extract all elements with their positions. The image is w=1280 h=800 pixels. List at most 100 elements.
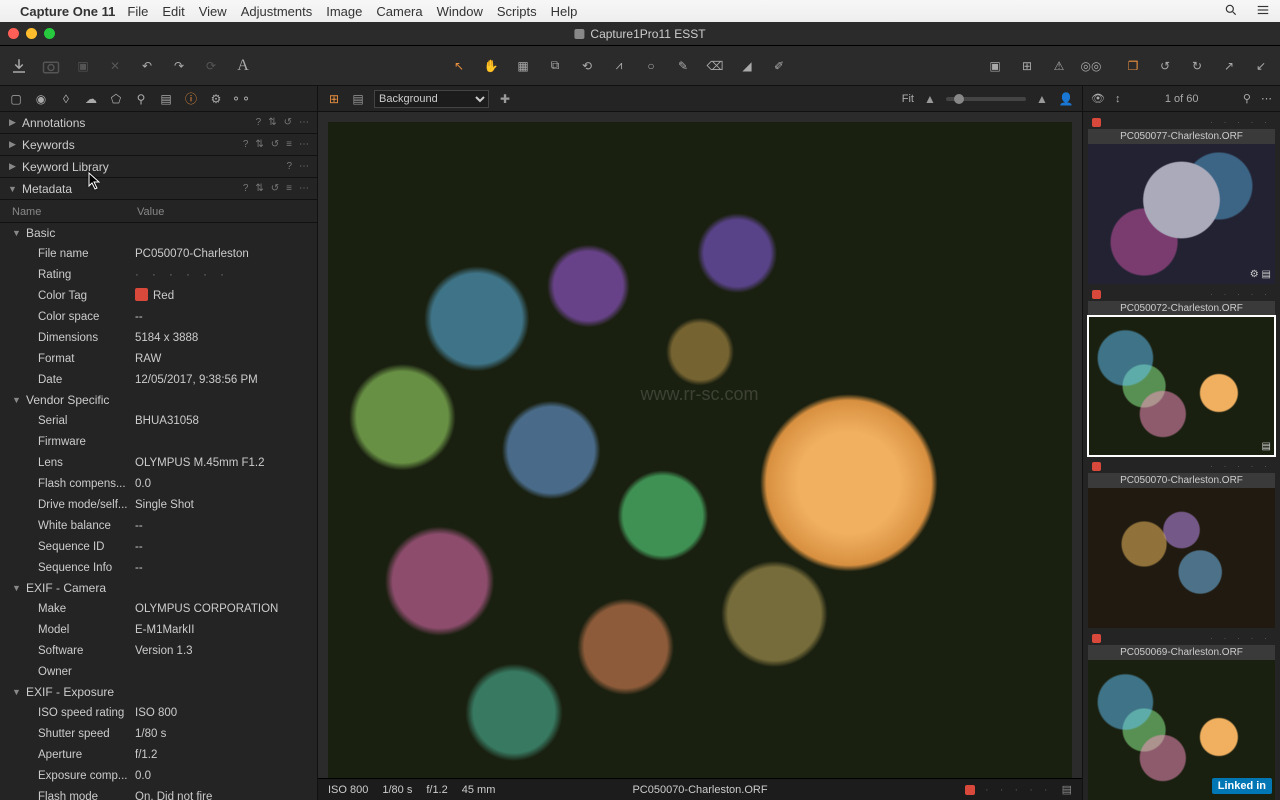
spot-tool-icon[interactable]: ○ [642, 57, 660, 75]
panel-action[interactable]: ⋯ [299, 183, 309, 194]
thumb-image[interactable] [1088, 488, 1275, 628]
user-icon[interactable]: 👤 [1058, 92, 1074, 106]
panel-action[interactable]: ⋯ [299, 139, 309, 150]
panel-action[interactable]: ? [243, 139, 249, 150]
zoom-out-icon[interactable]: ▲ [922, 92, 938, 106]
capture-tab-icon[interactable]: ◉ [33, 91, 49, 107]
expand-icon[interactable]: ↗ [1220, 57, 1238, 75]
gradient-tool-icon[interactable]: ◢ [738, 57, 756, 75]
metadata-row[interactable]: Sequence Info-- [0, 557, 317, 578]
metadata-row[interactable]: Color space-- [0, 306, 317, 327]
thumbnail-item[interactable]: · · · · ·PC050077-Charleston.ORF⚙ ▤ [1083, 112, 1280, 284]
sort-icon[interactable]: ↕ [1115, 93, 1121, 105]
batch-tab-icon[interactable]: ⚬⚬ [233, 91, 249, 107]
thumb-color-tag[interactable] [1092, 118, 1101, 127]
panel-header-metadata[interactable]: ▼Metadata?⇅↺≡⋯ [0, 178, 317, 200]
metadata-row[interactable]: FormatRAW [0, 348, 317, 369]
metadata-section[interactable]: ▼EXIF - Exposure [0, 682, 317, 702]
footer-info-icon[interactable]: ▤ [1062, 783, 1072, 796]
menu-window[interactable]: Window [437, 4, 483, 19]
metadata-row[interactable]: ModelE-M1MarkII [0, 619, 317, 640]
adjustments-tab-icon[interactable]: ▤ [158, 91, 174, 107]
thumb-image[interactable]: ▤ [1088, 316, 1275, 456]
annotation-tool-icon[interactable]: ✐ [770, 57, 788, 75]
thumbnail-item[interactable]: · · · · ·PC050072-Charleston.ORF▤ [1083, 284, 1280, 456]
menu-adjustments[interactable]: Adjustments [241, 4, 313, 19]
pointer-tool-icon[interactable]: ↖ [450, 57, 468, 75]
collapse-icon[interactable]: ↙ [1252, 57, 1270, 75]
metadata-row[interactable]: SerialBHUA31058 [0, 410, 317, 431]
panel-action[interactable]: ≡ [286, 139, 292, 150]
metadata-row[interactable]: Firmware [0, 431, 317, 452]
metadata-row[interactable]: Sequence ID-- [0, 536, 317, 557]
metadata-row[interactable]: Date12/05/2017, 9:38:56 PM [0, 369, 317, 390]
metadata-row[interactable]: White balance-- [0, 515, 317, 536]
menu-help[interactable]: Help [551, 4, 578, 19]
metadata-list[interactable]: ▼BasicFile namePC050070-CharlestonRating… [0, 223, 317, 800]
menu-camera[interactable]: Camera [376, 4, 422, 19]
zoom-in-icon[interactable]: ▲ [1034, 92, 1050, 106]
menu-file[interactable]: File [127, 4, 148, 19]
footer-rating[interactable]: · · · · · [985, 784, 1052, 796]
panel-header-keyword-library[interactable]: ▶Keyword Library?⋯ [0, 156, 317, 178]
warning-icon[interactable]: ⚠ [1050, 57, 1068, 75]
maximize-button[interactable] [44, 28, 55, 39]
color-tab-icon[interactable]: ☁ [83, 91, 99, 107]
panel-action[interactable]: ⇅ [255, 139, 263, 150]
footer-color-tag[interactable] [965, 785, 975, 795]
hand-tool-icon[interactable]: ✋ [482, 57, 500, 75]
thumbnail-item[interactable]: · · · · ·PC050069-Charleston.ORF [1083, 628, 1280, 800]
thumb-rating[interactable]: · · · · · [1107, 461, 1271, 471]
capture-icon[interactable] [42, 57, 60, 75]
panel-action[interactable]: ↺ [284, 117, 292, 128]
add-variant-icon[interactable]: ✚ [497, 92, 513, 106]
output-tab-icon[interactable]: ⚙ [208, 91, 224, 107]
reset-icon[interactable]: ⟳ [202, 57, 220, 75]
metadata-row[interactable]: Dimensions5184 x 3888 [0, 327, 317, 348]
panel-action[interactable]: ⋯ [299, 161, 309, 172]
search-icon[interactable]: ⚲ [1243, 92, 1251, 105]
grid-icon[interactable]: ⊞ [1018, 57, 1036, 75]
panel-action[interactable]: ? [256, 117, 262, 128]
panel-action[interactable]: ⇅ [255, 183, 263, 194]
redo-icon[interactable]: ↷ [170, 57, 188, 75]
panel-action[interactable]: ? [286, 161, 292, 172]
panel-action[interactable]: ⋯ [299, 117, 309, 128]
metadata-row[interactable]: Aperturef/1.2 [0, 744, 317, 765]
menu-edit[interactable]: Edit [162, 4, 184, 19]
metadata-row[interactable]: Rating· · · · · · [0, 264, 317, 285]
eye-icon[interactable]: 👁 [1091, 92, 1105, 105]
metadata-row[interactable]: Flash modeOn, Did not fire [0, 786, 317, 800]
exposure-tab-icon[interactable]: ⬠ [108, 91, 124, 107]
metadata-row[interactable]: Owner [0, 661, 317, 682]
auto-adjust-icon[interactable]: A [234, 57, 252, 75]
lens-tab-icon[interactable]: ◊ [58, 91, 74, 107]
metadata-section[interactable]: ▼Vendor Specific [0, 390, 317, 410]
gear-icon[interactable]: ⚙ ▤ [1250, 269, 1271, 280]
layers-icon[interactable]: ❐ [1124, 57, 1142, 75]
details-tab-icon[interactable]: ⚲ [133, 91, 149, 107]
metadata-section[interactable]: ▼Basic [0, 223, 317, 243]
rotate-left-icon[interactable]: ↺ [1156, 57, 1174, 75]
thumb-rating[interactable]: · · · · · [1107, 289, 1271, 299]
keystone-tool-icon[interactable]: ⩘ [610, 57, 628, 75]
metadata-row[interactable]: SoftwareVersion 1.3 [0, 640, 317, 661]
crop-tool-icon[interactable]: ⧉ [546, 57, 564, 75]
eraser-tool-icon[interactable]: ⌫ [706, 57, 724, 75]
metadata-row[interactable]: Shutter speed1/80 s [0, 723, 317, 744]
panel-header-annotations[interactable]: ▶Annotations?⇅↺⋯ [0, 112, 317, 134]
metadata-tab-icon[interactable]: ⓘ [183, 91, 199, 107]
spotlight-icon[interactable] [1224, 3, 1238, 20]
menu-list-icon[interactable] [1256, 3, 1270, 20]
metadata-row[interactable]: File namePC050070-Charleston [0, 243, 317, 264]
zoom-slider[interactable] [946, 97, 1026, 101]
undo-icon[interactable]: ↶ [138, 57, 156, 75]
minimize-button[interactable] [26, 28, 37, 39]
menu-image[interactable]: Image [326, 4, 362, 19]
panel-action[interactable]: ≡ [286, 183, 292, 194]
panel-action[interactable]: ↺ [271, 183, 279, 194]
thumb-rating[interactable]: · · · · · [1107, 117, 1271, 127]
metadata-section[interactable]: ▼EXIF - Camera [0, 578, 317, 598]
rotate-right-icon[interactable]: ↻ [1188, 57, 1206, 75]
close-button[interactable] [8, 28, 19, 39]
